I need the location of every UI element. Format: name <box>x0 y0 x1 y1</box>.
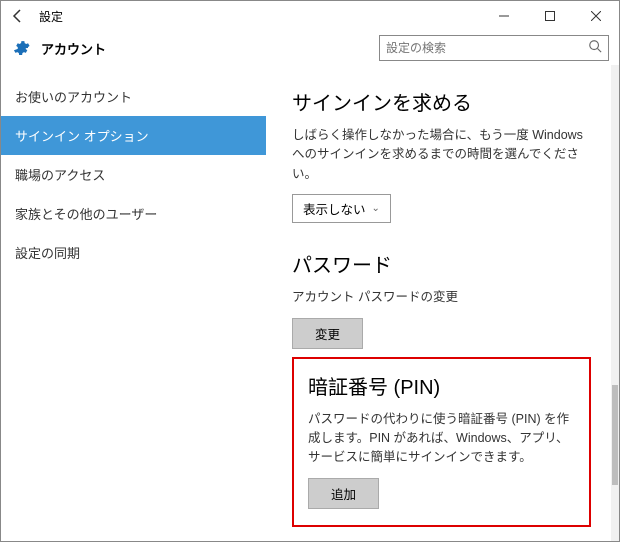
sidebar-item-signin-options[interactable]: サインイン オプション <box>1 116 266 155</box>
signin-desc: しばらく操作しなかった場合に、もう一度 Windows へのサインインを求めるま… <box>292 126 591 184</box>
back-button[interactable] <box>1 1 35 31</box>
close-button[interactable] <box>573 1 619 31</box>
sidebar-item-work-access[interactable]: 職場のアクセス <box>1 155 266 194</box>
password-heading: パスワード <box>292 249 591 278</box>
settings-window: 設定 アカウント お使いのアカウント サインイン オプショ <box>0 0 620 542</box>
content-area: サインインを求める しばらく操作しなかった場合に、もう一度 Windows への… <box>266 65 619 541</box>
window-title: 設定 <box>35 8 481 25</box>
sidebar-item-family[interactable]: 家族とその他のユーザー <box>1 194 266 233</box>
titlebar: 設定 <box>1 1 619 31</box>
password-desc: アカウント パスワードの変更 <box>292 288 591 307</box>
signin-timeout-dropdown[interactable]: 表示しない ⌄ <box>292 194 391 223</box>
change-password-button[interactable]: 変更 <box>292 318 363 349</box>
scrollbar-track[interactable] <box>611 65 619 541</box>
search-input[interactable] <box>386 41 588 55</box>
sidebar: お使いのアカウント サインイン オプション 職場のアクセス 家族とその他のユーザ… <box>1 65 266 541</box>
minimize-button[interactable] <box>481 1 527 31</box>
chevron-down-icon: ⌄ <box>372 203 380 214</box>
pin-section-highlight: 暗証番号 (PIN) パスワードの代わりに使う暗証番号 (PIN) を作成します… <box>292 357 591 527</box>
maximize-button[interactable] <box>527 1 573 31</box>
gear-icon <box>11 38 31 58</box>
signin-heading: サインインを求める <box>292 87 591 116</box>
pin-desc: パスワードの代わりに使う暗証番号 (PIN) を作成します。PIN があれば、W… <box>308 410 575 468</box>
sidebar-item-sync[interactable]: 設定の同期 <box>1 233 266 272</box>
add-pin-button[interactable]: 追加 <box>308 478 379 509</box>
header: アカウント <box>1 31 619 65</box>
search-box[interactable] <box>379 35 609 61</box>
dropdown-value: 表示しない <box>303 199 366 218</box>
pin-heading: 暗証番号 (PIN) <box>308 371 575 400</box>
scrollbar-thumb[interactable] <box>612 385 618 485</box>
content-scroll[interactable]: サインインを求める しばらく操作しなかった場合に、もう一度 Windows への… <box>266 65 611 541</box>
search-icon <box>588 39 602 58</box>
sidebar-item-account[interactable]: お使いのアカウント <box>1 77 266 116</box>
section-title: アカウント <box>41 39 379 58</box>
